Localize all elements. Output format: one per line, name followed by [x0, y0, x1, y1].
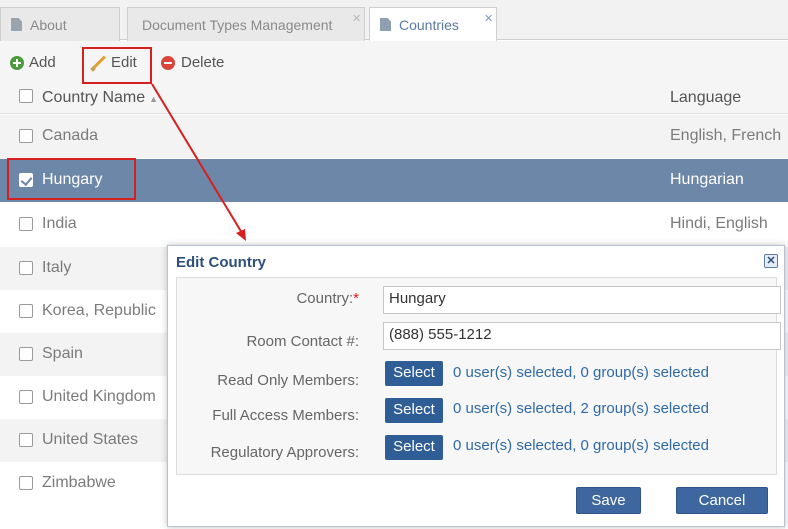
- close-tab-icon[interactable]: ✕: [484, 12, 493, 25]
- tab-label: About: [30, 16, 67, 33]
- cancel-button[interactable]: Cancel: [676, 487, 768, 514]
- save-button[interactable]: Save: [576, 487, 641, 514]
- grid-header: Country Name ▲ Language: [0, 83, 788, 114]
- row-highlight-box: [7, 158, 136, 200]
- row-checkbox[interactable]: [19, 390, 33, 404]
- row-checkbox[interactable]: [19, 433, 33, 447]
- regulatory-approvers-label: Regulatory Approvers:: [210, 444, 359, 461]
- row-checkbox[interactable]: [19, 304, 33, 318]
- add-button[interactable]: Add: [10, 54, 56, 71]
- country-field[interactable]: Hungary: [383, 286, 781, 314]
- cell-country-name: United States: [42, 431, 139, 448]
- row-checkbox[interactable]: [19, 347, 33, 361]
- table-row[interactable]: India Hindi, English: [0, 203, 788, 246]
- column-header-language[interactable]: Language: [670, 89, 741, 107]
- add-icon: [10, 55, 24, 70]
- tab-label: Document Types Management: [142, 16, 333, 33]
- close-tab-icon[interactable]: ✕: [352, 12, 361, 25]
- cell-country-name: Korea, Republic: [42, 302, 156, 319]
- full-access-members-label: Full Access Members:: [212, 407, 359, 424]
- tab-label: Countries: [399, 16, 459, 33]
- column-header-label: Country Name: [42, 89, 146, 106]
- cell-country-name: Italy: [42, 259, 72, 276]
- country-label: Country:*: [296, 290, 359, 307]
- regulatory-select-button[interactable]: Select: [385, 435, 443, 460]
- cell-language: Hungarian: [670, 171, 744, 188]
- dialog-form: Country:* Hungary Room Contact #: (888) …: [176, 277, 781, 475]
- room-contact-field[interactable]: (888) 555-1212: [383, 322, 781, 350]
- tab-countries[interactable]: Countries ✕: [369, 7, 497, 41]
- room-contact-label: Room Contact #:: [246, 333, 359, 350]
- row-checkbox[interactable]: [19, 476, 33, 490]
- cell-country-name: India: [42, 215, 77, 232]
- regulatory-selection-link[interactable]: 0 user(s) selected, 0 group(s) selected: [453, 437, 709, 454]
- table-row[interactable]: Canada English, French: [0, 115, 788, 158]
- cell-country-name: Canada: [42, 127, 99, 144]
- cell-language: English, French: [670, 127, 782, 144]
- edit-country-dialog: Edit Country ✕ Country:* Hungary Room Co…: [167, 245, 785, 527]
- tab-about[interactable]: About: [0, 7, 120, 41]
- document-icon: [11, 18, 22, 31]
- delete-label: Delete: [181, 54, 225, 71]
- cell-language: Hindi, English: [670, 215, 768, 232]
- delete-icon: [161, 55, 175, 70]
- row-checkbox[interactable]: [19, 261, 33, 275]
- tab-bar: About Document Types Management ✕ Countr…: [0, 0, 788, 41]
- read-only-selection-link[interactable]: 0 user(s) selected, 0 group(s) selected: [453, 364, 709, 381]
- cell-country-name: United Kingdom: [42, 388, 156, 405]
- edit-highlight-box: [82, 47, 152, 84]
- cell-country-name: Spain: [42, 345, 83, 362]
- close-icon[interactable]: ✕: [764, 254, 778, 268]
- dialog-title: Edit Country: [176, 254, 266, 271]
- select-all-checkbox[interactable]: [19, 89, 33, 103]
- column-header-country-name[interactable]: Country Name ▲: [42, 89, 158, 107]
- delete-button[interactable]: Delete: [161, 54, 224, 71]
- add-label: Add: [29, 54, 56, 71]
- read-only-members-label: Read Only Members:: [217, 372, 359, 389]
- read-only-select-button[interactable]: Select: [385, 361, 443, 386]
- full-access-selection-link[interactable]: 0 user(s) selected, 2 group(s) selected: [453, 400, 709, 417]
- row-checkbox[interactable]: [19, 217, 33, 231]
- sort-ascending-icon: ▲: [149, 94, 159, 104]
- full-access-select-button[interactable]: Select: [385, 398, 443, 423]
- required-marker: *: [353, 290, 359, 307]
- cell-country-name: Zimbabwe: [42, 474, 116, 491]
- document-icon: [380, 18, 391, 31]
- tab-document-types-management[interactable]: Document Types Management ✕: [127, 7, 365, 41]
- row-checkbox[interactable]: [19, 129, 33, 143]
